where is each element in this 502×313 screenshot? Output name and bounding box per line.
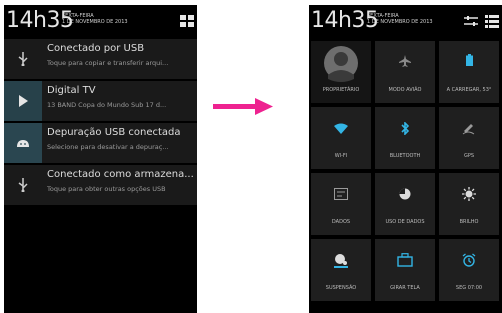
notification-list-icon[interactable]: [485, 14, 499, 28]
android-icon: [4, 123, 42, 163]
tile-data[interactable]: DADOS: [311, 173, 371, 235]
date: 1 DE NOVEMBRO DE 2013: [367, 19, 433, 25]
notification-digital-tv[interactable]: Digital TV 13 BAND Copa do Mundo Sub 17 …: [4, 81, 197, 121]
tile-label: SEG 07:00: [455, 285, 483, 291]
airplane-icon: [399, 55, 411, 67]
bluetooth-icon: [401, 122, 409, 135]
notification-subtitle: Selecione para desativar a depuraç...: [47, 143, 169, 151]
tile-alarm[interactable]: SEG 07:00: [439, 239, 499, 301]
tile-label: GIRAR TELA: [390, 285, 420, 291]
notification-shade-screen: 14h35 SEXTA-FEIRA 1 DE NOVEMBRO DE 2013 …: [4, 5, 197, 313]
tile-label: USO DE DADOS: [385, 219, 425, 225]
tile-owner[interactable]: PROPRIETÁRIO: [311, 41, 371, 103]
date-block: SEXTA-FEIRA 1 DE NOVEMBRO DE 2013: [367, 13, 433, 25]
tile-label: GPS: [463, 153, 475, 159]
data-usage-icon: [399, 188, 411, 200]
notification-title: Conectado por USB: [47, 43, 145, 54]
alarm-icon: [462, 253, 476, 267]
notification-subtitle: Toque para obter outras opções USB: [47, 185, 166, 193]
status-header: 14h35 SEXTA-FEIRA 1 DE NOVEMBRO DE 2013: [309, 5, 502, 39]
quick-settings-screen: 14h35 SEXTA-FEIRA 1 DE NOVEMBRO DE 2013 …: [309, 5, 502, 313]
tile-airplane-mode[interactable]: MODO AVIÃO: [375, 41, 435, 103]
tile-label: BRILHO: [459, 219, 479, 225]
notification-mass-storage[interactable]: Conectado como armazena... Toque para ob…: [4, 165, 197, 205]
rotate-icon: [397, 253, 413, 267]
notification-title: Digital TV: [47, 85, 96, 96]
arrow-right-icon: [213, 98, 273, 115]
tile-data-usage[interactable]: USO DE DADOS: [375, 173, 435, 235]
status-header: 14h35 SEXTA-FEIRA 1 DE NOVEMBRO DE 2013: [4, 5, 197, 39]
date-block: SEXTA-FEIRA 1 DE NOVEMBRO DE 2013: [62, 13, 128, 25]
usb-icon: [4, 39, 42, 79]
tile-battery[interactable]: A CARREGAR, 53°: [439, 41, 499, 103]
date: 1 DE NOVEMBRO DE 2013: [62, 19, 128, 25]
notification-title: Depuração USB conectada: [47, 127, 181, 138]
tile-label: DADOS: [331, 219, 351, 225]
notification-usb-connected[interactable]: Conectado por USB Toque para copiar e tr…: [4, 39, 197, 79]
brightness-icon: [462, 187, 476, 201]
data-icon: [334, 188, 348, 200]
tile-bluetooth[interactable]: BLUETOOTH: [375, 107, 435, 169]
battery-icon: [466, 54, 473, 66]
tile-label: PROPRIETÁRIO: [322, 87, 360, 93]
quick-settings-grid-icon[interactable]: [180, 14, 194, 28]
wifi-icon: [334, 123, 348, 134]
tile-rotate-screen[interactable]: GIRAR TELA: [375, 239, 435, 301]
tile-label: SUSPENSÃO: [325, 285, 357, 291]
notification-usb-debugging[interactable]: Depuração USB conectada Selecione para d…: [4, 123, 197, 163]
play-icon: [4, 81, 42, 121]
tile-label: A CARREGAR, 53°: [446, 87, 492, 93]
tile-label: BLUETOOTH: [389, 153, 421, 159]
tile-brightness[interactable]: BRILHO: [439, 173, 499, 235]
notification-subtitle: 13 BAND Copa do Mundo Sub 17 d...: [47, 101, 167, 109]
sleep-icon: [334, 254, 348, 268]
tile-label: WI-FI: [334, 153, 348, 159]
gps-icon: [462, 124, 475, 135]
user-icon: [324, 46, 358, 82]
settings-sliders-icon[interactable]: [464, 14, 478, 28]
notification-title: Conectado como armazena...: [47, 169, 194, 180]
tile-gps[interactable]: GPS: [439, 107, 499, 169]
tile-sleep[interactable]: SUSPENSÃO: [311, 239, 371, 301]
tile-label: MODO AVIÃO: [388, 87, 422, 93]
usb-icon: [4, 165, 42, 205]
notification-subtitle: Toque para copiar e transferir arqui...: [47, 59, 169, 67]
tile-wifi[interactable]: WI-FI: [311, 107, 371, 169]
